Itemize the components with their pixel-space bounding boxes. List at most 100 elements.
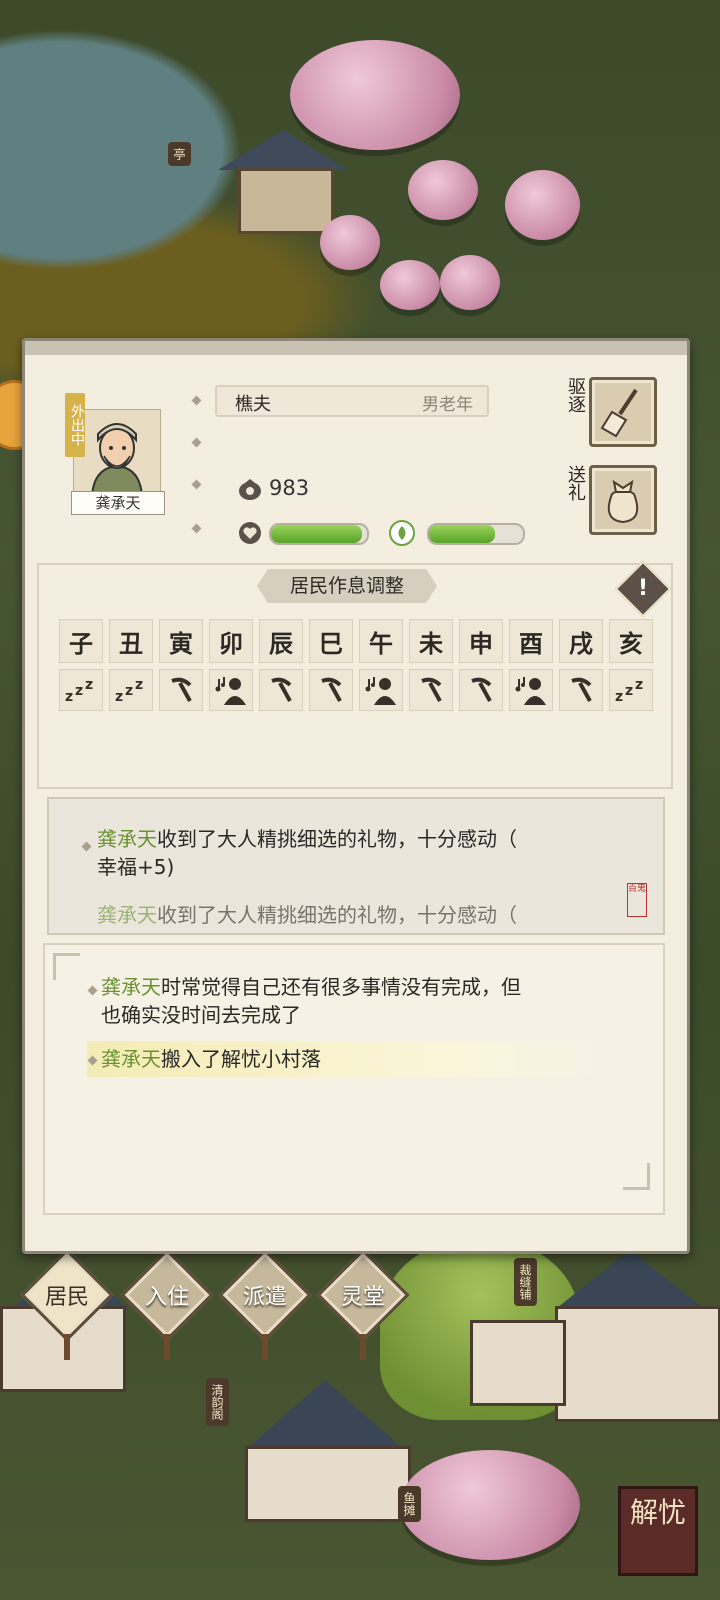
pavilion-sign: 亭 (168, 142, 191, 166)
hour-row: 子丑寅卯辰巳午未申酉戌亥 (59, 619, 659, 663)
log-resident-name: 龚承天 (101, 1047, 161, 1071)
log-text: 搬入了解忧小村落 (161, 1047, 321, 1071)
svg-text:z: z (125, 683, 133, 699)
house[interactable] (555, 1306, 720, 1422)
health-bar-fill (271, 525, 363, 543)
corner-ornament (53, 953, 80, 980)
blossom-tree (320, 215, 380, 270)
heart-icon (237, 521, 263, 545)
work-activity-icon[interactable] (259, 669, 303, 711)
house[interactable] (245, 1446, 411, 1522)
svg-text:z: z (65, 689, 73, 705)
hour-cell: 戌 (559, 619, 603, 663)
log-resident-name: 龚承天 (97, 827, 157, 851)
happiness-bar (427, 523, 525, 545)
log-resident-name: 龚承天 (101, 975, 161, 999)
svg-text:z: z (85, 677, 93, 693)
work-activity-icon[interactable] (559, 669, 603, 711)
schedule-title: 居民作息调整 (257, 569, 437, 603)
svg-text:z: z (135, 677, 143, 693)
row-marker (191, 479, 202, 490)
sign-fish: 鱼摊 (398, 1486, 421, 1522)
svg-text:z: z (75, 683, 83, 699)
attributes-label: 男老年 (422, 395, 473, 415)
money-value: 983 (269, 476, 310, 500)
corner-ornament (623, 1163, 650, 1190)
tab-memorial-hall[interactable]: 灵堂 (316, 1248, 410, 1360)
work-activity-icon[interactable] (409, 669, 453, 711)
status-badge: 外出中 (65, 393, 85, 457)
activity-row: zzzzzzzzz (59, 669, 659, 711)
hour-cell: 寅 (159, 619, 203, 663)
work-activity-icon[interactable] (309, 669, 353, 711)
hour-cell: 子 (59, 619, 103, 663)
row-marker (191, 395, 202, 406)
hour-cell: 亥 (609, 619, 653, 663)
expel-label: 驱逐 (565, 377, 586, 413)
broom-icon (592, 388, 654, 448)
log-entry: 龚承天收到了大人精挑细选的礼物，十分感动（ (97, 825, 517, 853)
log-entry: 龚承天时常觉得自己还有很多事情没有完成，但 (101, 973, 521, 1001)
sleep-activity-icon[interactable]: zzz (109, 669, 153, 711)
gift-button[interactable] (589, 465, 657, 535)
occupation-label: 樵夫 (235, 394, 271, 415)
hour-cell: 申 (459, 619, 503, 663)
hour-cell: 卯 (209, 619, 253, 663)
recent-log[interactable]: 龚承天收到了大人精挑细选的礼物，十分感动（ 幸福+5) 龚承天收到了大人精挑细选… (47, 797, 665, 935)
blossom-tree (290, 40, 460, 150)
tab-dispatch[interactable]: 派遣 (218, 1248, 312, 1360)
sign-tailor: 裁缝铺 (514, 1258, 537, 1306)
row-marker (191, 437, 202, 448)
gift-label: 送礼 (565, 465, 586, 501)
happiness-bar-fill (429, 525, 495, 543)
happiness-leaf-icon (388, 519, 416, 547)
log-entry-highlighted: 龚承天搬入了解忧小村落 (101, 1045, 321, 1073)
money-pouch-icon (237, 477, 263, 501)
schedule-grid: 子丑寅卯辰巳午未申酉戌亥 zzzzzzzzz (59, 619, 659, 717)
hour-cell: 午 (359, 619, 403, 663)
log-marker (81, 841, 92, 852)
leisure-activity-icon[interactable] (359, 669, 403, 711)
tab-move-in[interactable]: 入住 (120, 1248, 214, 1360)
row-marker (191, 523, 202, 534)
health-bar (269, 523, 369, 545)
gift-bag-icon (592, 479, 654, 536)
corner-menu-seal[interactable]: 解忧 (618, 1486, 698, 1576)
work-activity-icon[interactable] (159, 669, 203, 711)
leisure-activity-icon[interactable] (509, 669, 553, 711)
sleep-activity-icon[interactable]: zzz (59, 669, 103, 711)
svg-text:z: z (615, 689, 623, 705)
blossom-tree (505, 170, 580, 240)
hour-cell: 巳 (309, 619, 353, 663)
svg-text:z: z (625, 683, 633, 699)
resident-name: 龚承天 (71, 491, 165, 515)
log-resident-name: 龚承天 (97, 903, 157, 927)
work-activity-icon[interactable] (459, 669, 503, 711)
seal-stamp: 百鬼 (627, 883, 647, 917)
avatar[interactable] (73, 409, 161, 497)
hour-cell: 酉 (509, 619, 553, 663)
panel-top-bar (25, 341, 687, 355)
blossom-tree (400, 1450, 580, 1560)
occupation-field: 樵夫 男老年 (215, 385, 489, 417)
log-text: 收到了大人精挑细选的礼物，十分感动（ (157, 827, 517, 851)
leisure-activity-icon[interactable] (209, 669, 253, 711)
blossom-tree (440, 255, 500, 310)
log-entry: 龚承天收到了大人精挑细选的礼物，十分感动（ (97, 901, 517, 929)
log-text: 时常觉得自己还有很多事情没有完成，但 (161, 975, 521, 999)
hour-cell: 未 (409, 619, 453, 663)
sign-qingyun: 清韵阁 (206, 1378, 229, 1426)
expel-button[interactable] (589, 377, 657, 447)
blossom-tree (380, 260, 440, 310)
log-entry-cont: 也确实没时间去完成了 (101, 1003, 301, 1027)
svg-text:z: z (635, 677, 643, 693)
house[interactable] (470, 1320, 566, 1406)
tab-residents[interactable]: 居民 (20, 1248, 114, 1360)
resident-detail-panel: 外出中 龚承天 樵夫 男老年 983 驱逐 送礼 居民作息调整 ! 子 丑 寅 … (22, 338, 690, 1254)
exclamation-icon: ! (637, 576, 649, 601)
svg-text:z: z (115, 689, 123, 705)
log-text: 收到了大人精挑细选的礼物，十分感动（ (157, 903, 517, 927)
blossom-tree (408, 160, 478, 220)
sleep-activity-icon[interactable]: zzz (609, 669, 653, 711)
hour-cell: 丑 (109, 619, 153, 663)
